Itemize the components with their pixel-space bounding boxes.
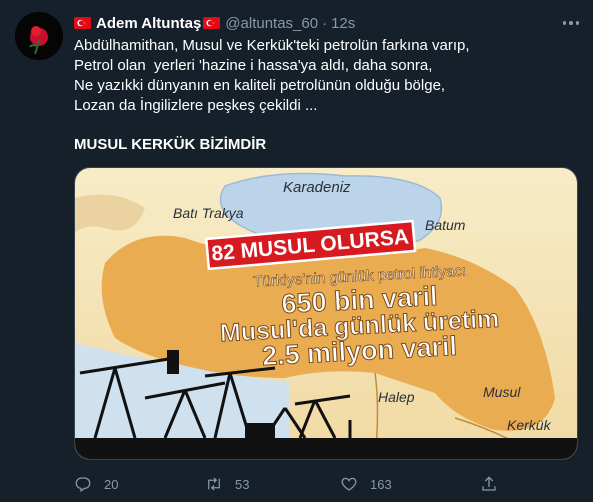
tweet-text: Abdülhamithan, Musul ve Kerkük'teki petr… bbox=[74, 36, 574, 116]
author-handle[interactable]: @altuntas_60 bbox=[225, 15, 318, 32]
reply-button[interactable]: 20 bbox=[74, 474, 118, 494]
like-button[interactable]: 163 bbox=[340, 474, 392, 494]
retweet-button[interactable]: 53 bbox=[205, 474, 249, 494]
label-musul: Musul bbox=[483, 384, 521, 400]
heart-icon bbox=[341, 477, 357, 491]
map-infographic: Karadeniz Batı Trakya Batum Halep Musul … bbox=[75, 168, 577, 459]
tweet-timestamp[interactable]: 12s bbox=[331, 15, 355, 32]
retweet-icon bbox=[208, 477, 220, 491]
reply-count: 20 bbox=[104, 476, 119, 492]
tweet-text-line: Petrol olan yerleri 'hazine i hassa'ya a… bbox=[74, 57, 433, 74]
separator-dot: · bbox=[322, 14, 328, 32]
tweet-header: Adem Altuntaş @altuntas_60 · 12s bbox=[74, 13, 355, 33]
label-halep: Halep bbox=[378, 389, 415, 405]
tweet-headline: MUSUL KERKÜK BİZİMDİR bbox=[74, 136, 267, 153]
author-name[interactable]: Adem Altuntaş bbox=[96, 15, 201, 32]
retweet-count: 53 bbox=[235, 476, 250, 492]
tweet-text-line: Lozan da İngilizlere peşkeş çekildi ... bbox=[74, 97, 318, 114]
label-bati-trakya: Batı Trakya bbox=[173, 205, 244, 221]
avatar-image bbox=[15, 12, 63, 60]
tweet-text-line: Ne yazıkki dünyanın en kaliteli petrolün… bbox=[74, 77, 446, 94]
turkey-flag-icon bbox=[203, 17, 221, 29]
label-karadeniz: Karadeniz bbox=[283, 179, 351, 196]
turkey-flag-icon bbox=[74, 17, 91, 29]
author-avatar[interactable] bbox=[15, 12, 63, 60]
tweet-actions: 20 53 163 bbox=[74, 474, 504, 494]
like-count: 163 bbox=[370, 476, 392, 492]
tweet-media-image[interactable]: Karadeniz Batı Trakya Batum Halep Musul … bbox=[74, 167, 578, 460]
share-button[interactable] bbox=[480, 474, 510, 494]
reply-icon bbox=[75, 477, 91, 492]
label-kerkuk: Kerkük bbox=[507, 417, 552, 433]
more-options-icon[interactable] bbox=[558, 13, 584, 33]
share-icon bbox=[482, 476, 496, 491]
label-batum: Batum bbox=[425, 217, 466, 233]
tweet-text-line: Abdülhamithan, Musul ve Kerkük'teki petr… bbox=[74, 37, 470, 54]
